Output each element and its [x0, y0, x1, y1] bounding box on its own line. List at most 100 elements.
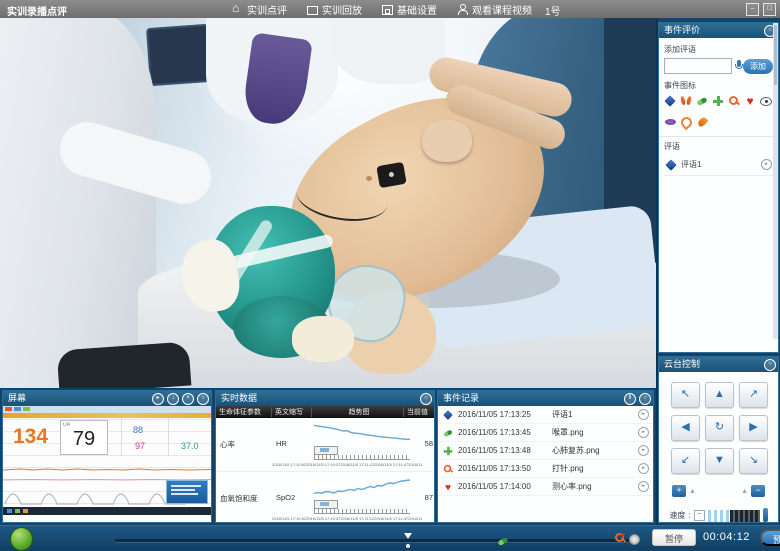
- x-tick-label: 2016/11/5 17:11:12: [340, 462, 374, 467]
- pan-up-left-button[interactable]: ↖: [671, 382, 700, 408]
- lock-button[interactable]: ‖: [624, 393, 636, 405]
- event-icon-heart[interactable]: ♥: [744, 95, 760, 109]
- speed-decrease-button[interactable]: −: [694, 510, 705, 521]
- recording-status-indicator[interactable]: [10, 527, 33, 551]
- tilt-up-button[interactable]: ▲: [705, 382, 734, 408]
- maximize-button[interactable]: □: [763, 3, 776, 16]
- event-icon-capsule[interactable]: [696, 95, 712, 109]
- realtime-data-header: 实时数据 ○: [216, 391, 434, 406]
- auto-rotate-button[interactable]: ↻: [705, 415, 734, 441]
- speed-slider[interactable]: [708, 510, 760, 522]
- tab-label: 观看课程视频: [472, 2, 532, 17]
- video-feed: [0, 18, 656, 388]
- download-button[interactable]: ↓: [167, 393, 179, 405]
- pause-button[interactable]: 暂停: [652, 529, 696, 546]
- play-comment-button[interactable]: ▸: [761, 159, 772, 170]
- event-log-panel: 事件记录 ‖○ 2016/11/05 17:13:25评语1▸2016/11/0…: [437, 390, 654, 523]
- tab-basic-settings[interactable]: 基础设置: [382, 2, 437, 17]
- event-log-row[interactable]: 2016/11/05 17:13:25评语1▸: [438, 406, 653, 424]
- comment-input[interactable]: [664, 58, 732, 74]
- seek-bar[interactable]: [115, 539, 635, 542]
- chart-range-control[interactable]: [314, 446, 410, 454]
- event-icon-syringe[interactable]: [728, 95, 744, 109]
- divider: [659, 136, 778, 137]
- person-icon: [457, 4, 468, 15]
- capture-button[interactable]: ○: [639, 393, 651, 405]
- trainee-white-coat-left: [0, 18, 156, 388]
- preview-button[interactable]: 预览: [760, 529, 780, 546]
- play-button[interactable]: ▸: [152, 393, 164, 405]
- pan-down-left-button[interactable]: ↙: [671, 448, 700, 474]
- comment-label: 评语1: [681, 159, 757, 170]
- jump-to-event-button[interactable]: ▸: [638, 445, 649, 456]
- pan-left-button[interactable]: ◀: [671, 415, 700, 441]
- tab-training-playback[interactable]: 实训回放: [307, 2, 362, 17]
- speed-slider-handle[interactable]: [763, 508, 768, 522]
- realtime-table-header: 生命体征参数 英文缩写 趋势图 当前值: [216, 406, 434, 418]
- column-trend-chart: 趋势图: [312, 407, 404, 417]
- capture-button[interactable]: ○: [420, 393, 432, 405]
- chart-range-control[interactable]: [314, 500, 410, 508]
- minimize-button[interactable]: –: [746, 3, 759, 16]
- tab-course-video[interactable]: 观看课程视频: [457, 2, 532, 17]
- pan-up-right-button[interactable]: ↗: [739, 382, 768, 408]
- event-log-row[interactable]: ♥2016/11/05 17:14:00测心率.png▸: [438, 478, 653, 496]
- event-icon-diamond[interactable]: [664, 95, 680, 109]
- pan-down-right-button[interactable]: ↘: [739, 448, 768, 474]
- event-log-list: 2016/11/05 17:13:25评语1▸2016/11/05 17:13:…: [438, 406, 653, 496]
- event-label: 测心率.png: [552, 481, 634, 492]
- event-icon-lungs[interactable]: [680, 95, 696, 109]
- taskbar-icon: [15, 509, 20, 513]
- scrollbar[interactable]: [773, 23, 778, 339]
- tilt-down-button[interactable]: ▼: [705, 448, 734, 474]
- event-icon-flame[interactable]: [696, 116, 712, 130]
- jump-to-event-button[interactable]: ▸: [638, 409, 649, 420]
- zoom-in-button[interactable]: +: [672, 485, 686, 497]
- collapse-button[interactable]: ○: [764, 359, 776, 371]
- hr-trend-chart: [314, 420, 410, 444]
- event-log-row[interactable]: 2016/11/05 17:13:45喉罩.png▸: [438, 424, 653, 442]
- event-icon-cross[interactable]: [712, 95, 728, 109]
- x-tick-label: 2016/11/5 17:12:23: [408, 516, 422, 521]
- pan-right-button[interactable]: ▶: [739, 415, 768, 441]
- x-tick-label: 2016/11/5 17:11:47: [374, 462, 408, 467]
- timeline-larynx-mask-marker[interactable]: [497, 536, 509, 548]
- zoom-out-button[interactable]: −: [751, 485, 765, 497]
- app-title: 实训录播点评: [7, 3, 67, 18]
- jump-to-event-button[interactable]: ▸: [638, 463, 649, 474]
- card-icon: [382, 5, 393, 15]
- jump-to-event-button[interactable]: ▸: [638, 481, 649, 492]
- add-comment-button[interactable]: 添加: [743, 59, 773, 74]
- trainee-white-coat-right: [333, 18, 445, 84]
- top-toolbar: 实训录播点评 实训点评实训回放基础设置观看课程视频 1号 –□: [0, 0, 780, 18]
- capture-button[interactable]: ○: [197, 393, 209, 405]
- comment-item[interactable]: 评语1 ▸: [664, 155, 773, 176]
- diamond-icon: [443, 409, 453, 419]
- tab-label: 实训回放: [322, 2, 362, 17]
- patient-monitor-panel: 屏幕 ▸↓×○ 134 UA 79 88 97 37.0: [2, 390, 212, 523]
- monitor-taskbar: [3, 507, 211, 515]
- jump-to-event-button[interactable]: ▸: [638, 427, 649, 438]
- diamond-icon: [665, 159, 677, 171]
- event-log-row[interactable]: 2016/11/05 17:13:50打针.png▸: [438, 460, 653, 478]
- timeline-heart-rate-marker[interactable]: ♥: [620, 530, 625, 540]
- x-tick-label: 2016/11/5 17:10:02: [272, 462, 306, 467]
- vital-name: 心率: [220, 439, 235, 450]
- stomach-icon: [680, 116, 692, 128]
- tab-training-review[interactable]: 实训点评: [232, 2, 287, 17]
- chest-electrode: [376, 162, 406, 188]
- syringe-icon: [443, 463, 453, 473]
- event-label: 心肺复苏.png: [552, 445, 634, 456]
- patient-monitor-screenshot: 134 UA 79 88 97 37.0: [3, 406, 211, 523]
- event-time: 2016/11/05 17:13:25: [458, 410, 548, 419]
- close-button[interactable]: ×: [182, 393, 194, 405]
- event-log-row[interactable]: 2016/11/05 17:13:48 心肺复苏.png ▸: [438, 442, 653, 460]
- patient-monitor-header: 屏幕 ▸↓×○: [3, 391, 211, 406]
- seek-handle[interactable]: [629, 534, 640, 545]
- microphone-icon[interactable]: [735, 60, 740, 73]
- event-icon-lips[interactable]: [664, 116, 680, 130]
- event-time: 2016/11/05 17:13:48: [458, 446, 548, 455]
- toolbar-chip: [23, 407, 30, 411]
- event-icon-stomach[interactable]: [680, 116, 696, 130]
- main-nav-tabs: 实训点评 实训回放 基础设置 观看课程视频: [232, 2, 532, 17]
